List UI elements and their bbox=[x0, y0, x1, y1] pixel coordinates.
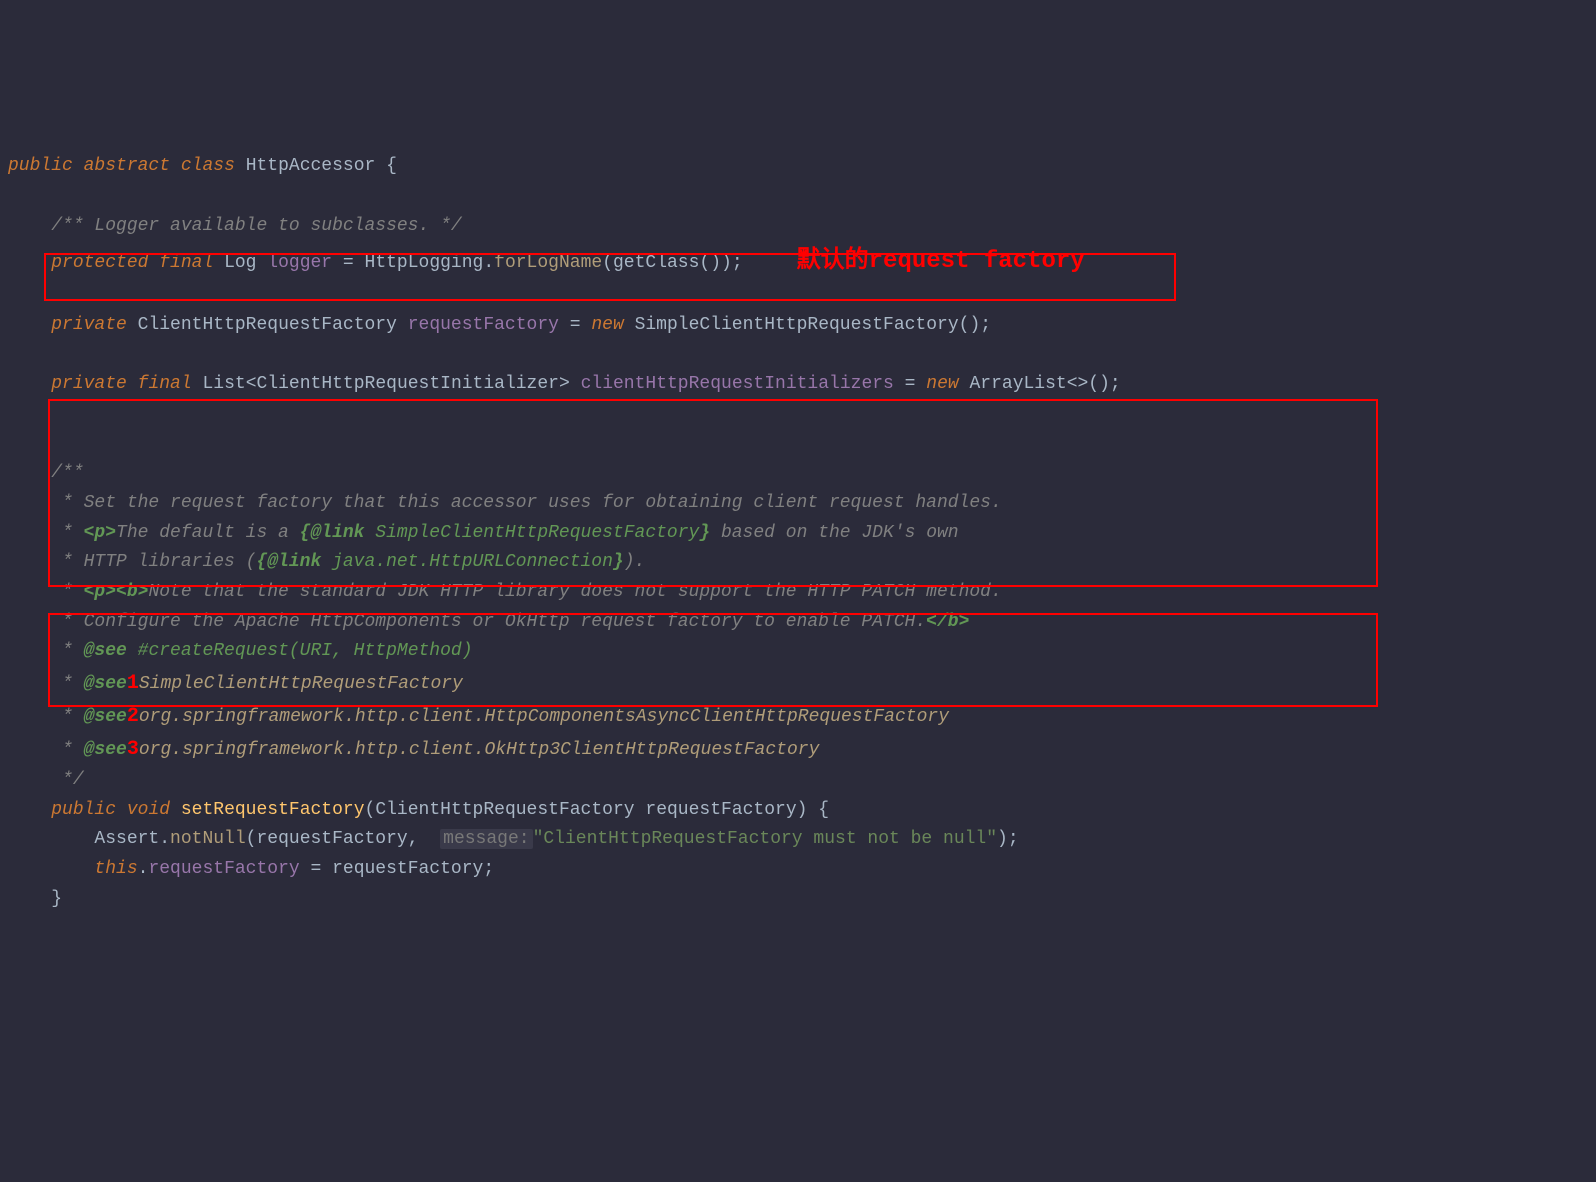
keyword-public: public bbox=[8, 156, 73, 176]
javadoc-l1: * Set the request factory that this acce… bbox=[8, 493, 1002, 513]
type-crf: ClientHttpRequestFactory bbox=[138, 315, 397, 335]
keyword-new: new bbox=[591, 315, 623, 335]
ctor-simple: SimpleClientHttpRequestFactory bbox=[635, 315, 959, 335]
javadoc-l3: * HTTP libraries ({@link java.net.HttpUR… bbox=[8, 552, 645, 572]
param-hint-message: message: bbox=[440, 829, 532, 849]
method-forlogname: forLogName bbox=[494, 253, 602, 273]
class-name: HttpAccessor bbox=[246, 156, 376, 176]
param-type: ClientHttpRequestFactory bbox=[375, 800, 634, 820]
code-editor[interactable]: public abstract class HttpAccessor { /**… bbox=[0, 119, 1596, 1033]
red-number-1: 1 bbox=[127, 672, 139, 695]
keyword-protected: protected bbox=[51, 253, 148, 273]
keyword-final: final bbox=[138, 374, 192, 394]
type-list: List bbox=[202, 374, 245, 394]
javadoc-see2: * @see1SimpleClientHttpRequestFactory bbox=[8, 674, 463, 694]
keyword-class: class bbox=[181, 156, 235, 176]
annotation-default-factory: 默认的request factory bbox=[797, 248, 1085, 275]
field-this-requestfactory: requestFactory bbox=[148, 859, 299, 879]
javadoc-open: /** bbox=[51, 463, 83, 483]
class-httplogging: HttpLogging bbox=[365, 253, 484, 273]
javadoc-see1: * @see #createRequest(URI, HttpMethod) bbox=[8, 641, 473, 661]
brace-open: { bbox=[386, 156, 397, 176]
javadoc-see3: * @see2org.springframework.http.client.H… bbox=[8, 707, 949, 727]
keyword-private: private bbox=[51, 315, 127, 335]
method-setrequestfactory: setRequestFactory bbox=[181, 800, 365, 820]
field-requestfactory: requestFactory bbox=[408, 315, 559, 335]
keyword-private: private bbox=[51, 374, 127, 394]
keyword-void: void bbox=[127, 800, 170, 820]
brace-close: } bbox=[51, 889, 62, 909]
keyword-final: final bbox=[159, 253, 213, 273]
red-number-2: 2 bbox=[127, 705, 139, 728]
field-initializers: clientHttpRequestInitializers bbox=[581, 374, 894, 394]
string-literal: "ClientHttpRequestFactory must not be nu… bbox=[533, 829, 997, 849]
comment-logger: /** Logger available to subclasses. */ bbox=[51, 216, 461, 236]
ctor-arraylist: ArrayList bbox=[969, 374, 1066, 394]
field-logger: logger bbox=[267, 253, 332, 273]
javadoc-see4: * @see3org.springframework.http.client.O… bbox=[8, 740, 819, 760]
keyword-public: public bbox=[51, 800, 116, 820]
method-notnull: notNull bbox=[170, 829, 246, 849]
javadoc-l4: * <p><b>Note that the standard JDK HTTP … bbox=[8, 582, 1002, 602]
type-generic: ClientHttpRequestInitializer bbox=[257, 374, 559, 394]
method-getclass: getClass bbox=[613, 253, 699, 273]
keyword-abstract: abstract bbox=[84, 156, 170, 176]
param-name: requestFactory bbox=[645, 800, 796, 820]
red-number-3: 3 bbox=[127, 738, 139, 761]
keyword-this: this bbox=[94, 859, 137, 879]
class-assert: Assert bbox=[94, 829, 159, 849]
keyword-new: new bbox=[926, 374, 958, 394]
arg-requestfactory: requestFactory bbox=[256, 829, 407, 849]
type-log: Log bbox=[224, 253, 256, 273]
javadoc-close: */ bbox=[8, 770, 84, 790]
javadoc-l5: * Configure the Apache HttpComponents or… bbox=[8, 612, 969, 632]
javadoc-l2: * <p>The default is a {@link SimpleClien… bbox=[8, 523, 959, 543]
